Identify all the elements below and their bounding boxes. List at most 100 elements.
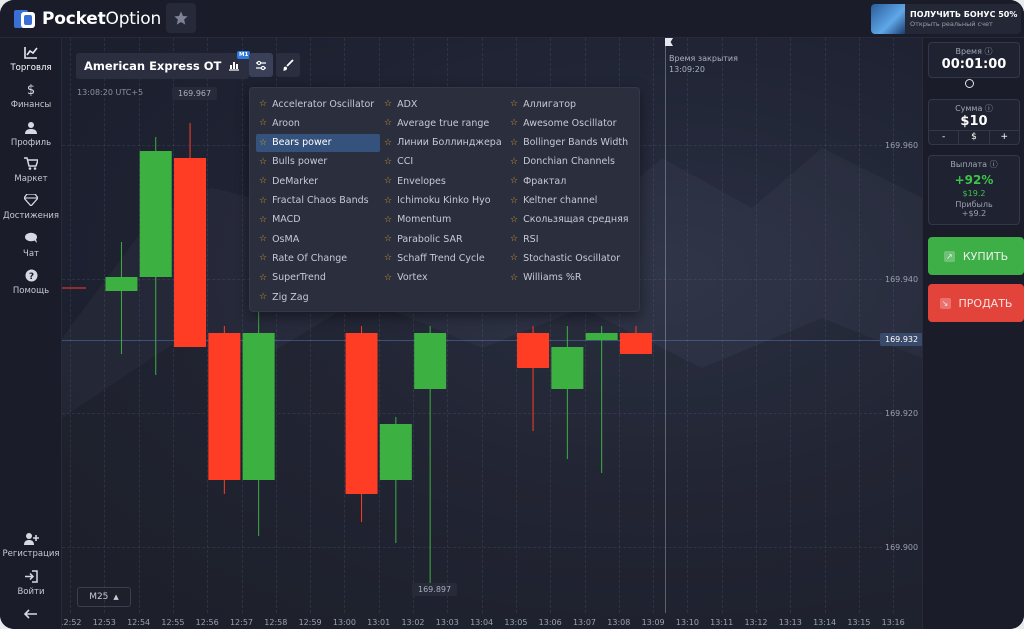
- star-icon[interactable]: ☆: [510, 157, 518, 167]
- indicators-button[interactable]: [249, 53, 273, 77]
- star-icon[interactable]: ☆: [510, 215, 518, 225]
- indicator-item[interactable]: ☆ OsMA: [256, 230, 380, 248]
- time-box[interactable]: Время ⓘ 00:01:00: [928, 42, 1020, 78]
- time-value: 00:01:00: [941, 57, 1007, 72]
- sidebar-item-help[interactable]: ? Помощь: [0, 269, 62, 296]
- indicator-item[interactable]: ☆ Donchian Channels: [507, 153, 631, 171]
- star-icon[interactable]: ☆: [510, 138, 518, 148]
- star-icon[interactable]: ☆: [259, 138, 267, 148]
- star-icon[interactable]: ☆: [259, 215, 267, 225]
- star-icon[interactable]: ☆: [510, 176, 518, 186]
- indicator-item[interactable]: ☆ Zig Zag: [256, 288, 380, 306]
- star-icon[interactable]: ☆: [259, 253, 267, 263]
- sidebar-item-chat[interactable]: Чат: [0, 232, 62, 259]
- indicator-item[interactable]: ☆ Average true range: [381, 114, 505, 132]
- indicator-item[interactable]: ☆ Stochastic Oscillator: [507, 249, 631, 267]
- indicator-label: RSI: [523, 233, 539, 245]
- indicator-item[interactable]: ☆ Momentum: [381, 211, 505, 229]
- star-icon[interactable]: ☆: [384, 118, 392, 128]
- star-icon[interactable]: ☆: [510, 118, 518, 128]
- clock-icon[interactable]: [965, 79, 974, 88]
- indicator-item[interactable]: ☆ ADX: [381, 95, 505, 113]
- candle-body: [242, 333, 275, 480]
- star-icon[interactable]: ☆: [510, 234, 518, 244]
- collapse-sidebar-button[interactable]: [0, 608, 62, 625]
- indicator-item[interactable]: ☆ Аллигатор: [507, 95, 631, 113]
- star-icon[interactable]: ☆: [259, 157, 267, 167]
- indicator-item[interactable]: ☆ DeMarker: [256, 172, 380, 190]
- sidebar-item-market[interactable]: Маркет: [0, 157, 62, 184]
- star-icon[interactable]: ☆: [384, 253, 392, 263]
- star-icon[interactable]: ☆: [259, 176, 267, 186]
- x-axis-tick: 12:56: [195, 618, 219, 627]
- x-axis-tick: 13:02: [401, 618, 425, 627]
- star-icon[interactable]: ☆: [510, 99, 518, 109]
- indicator-item[interactable]: ☆ Envelopes: [381, 172, 505, 190]
- y-axis-tick: 169.940: [885, 275, 919, 284]
- decrease-amount-button[interactable]: -: [929, 131, 960, 144]
- sidebar-item-register[interactable]: Регистрация: [0, 532, 62, 559]
- indicator-item[interactable]: ☆ Rate Of Change: [256, 249, 380, 267]
- x-axis-tick: 13:12: [744, 618, 768, 627]
- brand-name: PocketOption: [42, 9, 161, 29]
- buy-label: КУПИТЬ: [962, 249, 1009, 263]
- indicator-item[interactable]: ☆ Williams %R: [507, 269, 631, 287]
- indicator-item[interactable]: ☆ SuperTrend: [256, 269, 380, 287]
- info-icon: ⓘ: [984, 104, 993, 113]
- indicator-item[interactable]: ☆ Скользящая средняя: [507, 211, 631, 229]
- star-icon[interactable]: ☆: [259, 99, 267, 109]
- amount-box[interactable]: Сумма ⓘ $10 - $ +: [928, 99, 1020, 145]
- indicator-item[interactable]: ☆ Bears power: [256, 133, 380, 152]
- bonus-banner[interactable]: ПОЛУЧИТЬ БОНУС 50% Открыть реальный счет: [871, 4, 1021, 34]
- star-icon[interactable]: ☆: [384, 138, 392, 148]
- timeframe-button[interactable]: M25 ▲: [77, 587, 131, 607]
- indicator-item[interactable]: ☆ Bulls power: [256, 153, 380, 171]
- indicator-item[interactable]: ☆ MACD: [256, 211, 380, 229]
- sidebar-label: Профиль: [10, 138, 52, 148]
- sidebar-item-trading[interactable]: Торговля: [0, 46, 62, 73]
- sidebar-label: Торговля: [10, 63, 52, 73]
- indicator-item[interactable]: ☆ Линии Боллинджера: [381, 134, 505, 152]
- buy-button[interactable]: ↗ КУПИТЬ: [928, 237, 1024, 275]
- star-icon[interactable]: ☆: [384, 215, 392, 225]
- sidebar-item-achievements[interactable]: Достижения: [0, 193, 62, 221]
- currency-button[interactable]: $: [959, 131, 990, 144]
- increase-amount-button[interactable]: +: [990, 131, 1019, 144]
- indicator-item[interactable]: ☆ CCI: [381, 153, 505, 171]
- star-icon[interactable]: ☆: [259, 234, 267, 244]
- star-icon[interactable]: ☆: [384, 273, 392, 283]
- info-icon: ⓘ: [989, 160, 998, 169]
- indicator-item[interactable]: ☆ Фрактал: [507, 172, 631, 190]
- indicator-item[interactable]: ☆ Parabolic SAR: [381, 230, 505, 248]
- star-icon[interactable]: ☆: [384, 196, 392, 206]
- drawing-tools-button[interactable]: [276, 53, 300, 77]
- star-icon[interactable]: ☆: [259, 292, 267, 302]
- indicator-item[interactable]: ☆ RSI: [507, 230, 631, 248]
- star-icon[interactable]: ☆: [259, 273, 267, 283]
- indicator-item[interactable]: ☆ Aroon: [256, 114, 380, 132]
- star-icon[interactable]: ☆: [384, 157, 392, 167]
- star-icon[interactable]: ☆: [384, 234, 392, 244]
- sell-button[interactable]: ↘ ПРОДАТЬ: [928, 284, 1024, 322]
- indicator-item[interactable]: ☆ Keltner channel: [507, 192, 631, 210]
- indicator-item[interactable]: ☆ Schaff Trend Cycle: [381, 249, 505, 267]
- star-icon[interactable]: ☆: [384, 99, 392, 109]
- star-icon[interactable]: ☆: [259, 196, 267, 206]
- sidebar-item-finance[interactable]: $ Финансы: [0, 83, 62, 110]
- star-icon[interactable]: ☆: [259, 118, 267, 128]
- star-icon[interactable]: ☆: [510, 253, 518, 263]
- indicator-item[interactable]: ☆ Ichimoku Kinko Hyo: [381, 192, 505, 210]
- indicator-item[interactable]: ☆ Bollinger Bands Width: [507, 134, 631, 152]
- star-icon[interactable]: ☆: [510, 273, 518, 283]
- favorites-button[interactable]: [166, 3, 196, 33]
- star-icon[interactable]: ☆: [384, 176, 392, 186]
- indicator-item[interactable]: ☆ Fractal Chaos Bands: [256, 192, 380, 210]
- current-price-tag: 169.932: [880, 333, 922, 346]
- star-icon[interactable]: ☆: [510, 196, 518, 206]
- sidebar-item-profile[interactable]: Профиль: [0, 121, 62, 148]
- indicator-item[interactable]: ☆ Accelerator Oscillator: [256, 95, 380, 113]
- sidebar-item-login[interactable]: Войти: [0, 570, 62, 597]
- indicator-item[interactable]: ☆ Vortex: [381, 269, 505, 287]
- indicator-item[interactable]: ☆ Awesome Oscillator: [507, 114, 631, 132]
- logo[interactable]: PocketOption: [12, 8, 161, 30]
